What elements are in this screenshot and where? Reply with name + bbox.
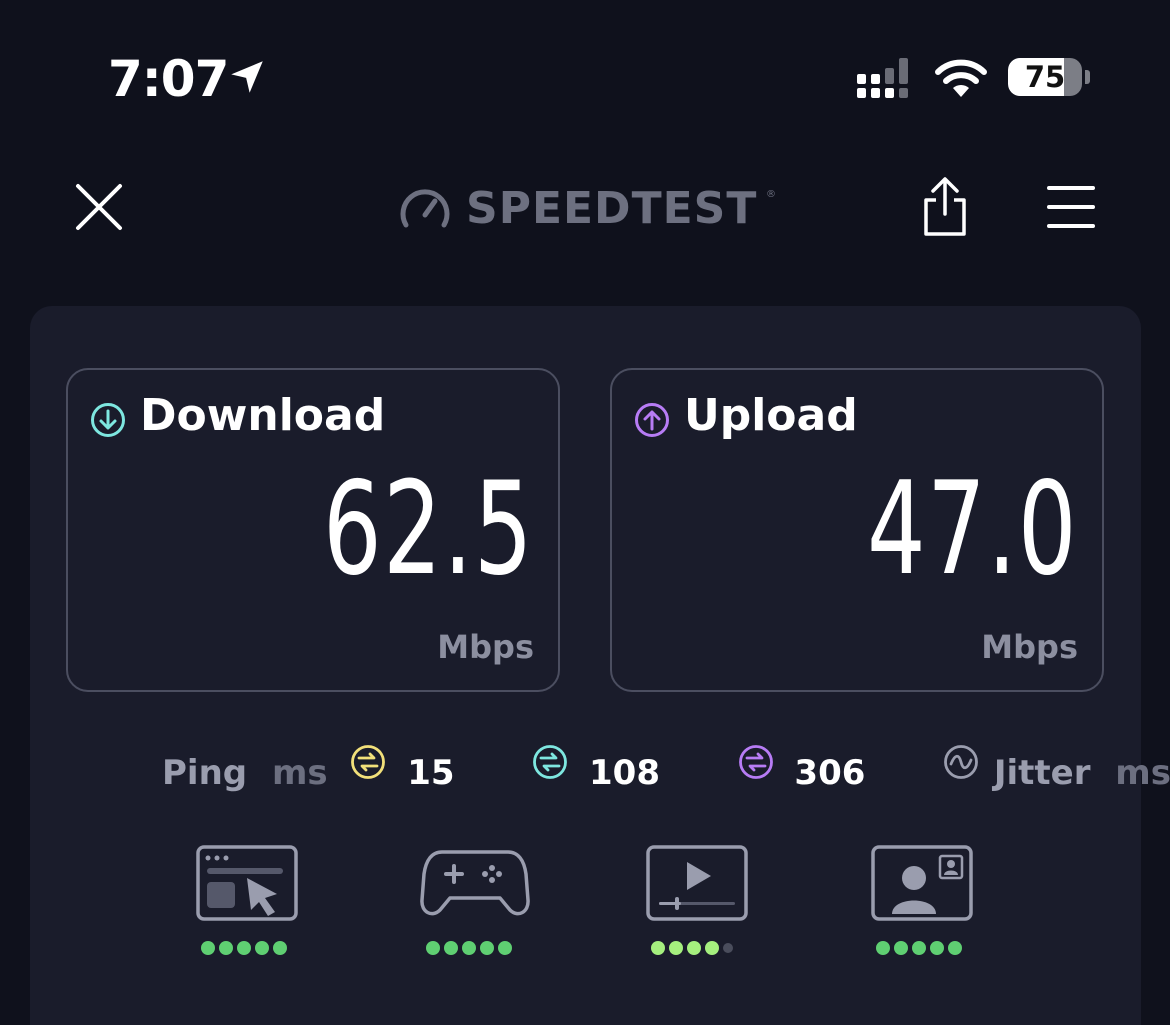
upload-unit: Mbps <box>981 628 1078 666</box>
rating-dot <box>498 941 512 955</box>
video-call-rating-dots <box>876 940 966 956</box>
jitter-unit: ms <box>1115 752 1170 793</box>
download-ping-icon <box>533 745 568 779</box>
download-unit: Mbps <box>437 628 534 666</box>
download-value: 62.5 <box>323 455 534 604</box>
status-time: 7:07 <box>108 50 229 108</box>
idle-ping-value: 15 <box>407 752 455 793</box>
rating-dot <box>444 941 458 955</box>
rating-dot <box>687 941 701 955</box>
rating-dot <box>651 941 665 955</box>
web-browsing-icon <box>196 845 298 921</box>
jitter-icon <box>944 745 978 779</box>
rating-dot <box>948 941 962 955</box>
gaming-rating[interactable] <box>420 844 530 964</box>
upload-ping-icon <box>738 745 773 779</box>
rating-dot <box>426 941 440 955</box>
video-streaming-rating-dots <box>651 940 737 956</box>
arrow-up-circle-icon <box>635 403 669 437</box>
rating-dot <box>273 941 287 955</box>
rating-dot <box>876 941 890 955</box>
logo-text: SPEEDTEST <box>466 183 758 234</box>
download-result[interactable]: Download 62.5 Mbps <box>66 368 560 692</box>
video-streaming-icon <box>646 845 748 921</box>
location-arrow-icon <box>231 61 263 93</box>
status-bar: 7:07 75 <box>0 0 1170 150</box>
jitter-label: Jitter <box>993 752 1091 793</box>
rating-dot <box>930 941 944 955</box>
video-call-icon <box>871 845 973 921</box>
rating-dot <box>480 941 494 955</box>
upload-result[interactable]: Upload 47.0 Mbps <box>610 368 1104 692</box>
rating-dot <box>894 941 908 955</box>
rating-dot <box>705 941 719 955</box>
upload-ping-value: 306 <box>794 752 866 793</box>
close-icon[interactable] <box>72 180 126 234</box>
battery-icon: 75 <box>1008 58 1082 96</box>
battery-nub <box>1085 70 1090 84</box>
ping-row[interactable]: Ping ms 15 108 306 Jitter ms 3 <box>162 745 1170 793</box>
idle-ping-icon <box>351 745 386 779</box>
arrow-down-circle-icon <box>91 403 125 437</box>
download-ping-value: 108 <box>589 752 660 793</box>
upload-value: 47.0 <box>867 455 1078 604</box>
gaming-controller-icon <box>420 850 530 916</box>
rating-dot <box>219 941 233 955</box>
web-browsing-rating[interactable] <box>195 844 305 964</box>
rating-dot <box>237 941 251 955</box>
rating-dot <box>255 941 269 955</box>
results-card: Download 62.5 Mbps Upload 47.0 Mbps Ping… <box>30 306 1170 1025</box>
logo-registered-mark: ® <box>766 189 776 200</box>
wifi-icon <box>935 59 987 97</box>
gaming-rating-dots <box>426 940 516 956</box>
ping-label: Ping <box>162 752 248 793</box>
rating-dot <box>912 941 926 955</box>
ping-unit: ms <box>271 752 328 793</box>
rating-dot <box>201 941 215 955</box>
speedometer-logo-icon <box>400 189 450 228</box>
rating-dot <box>723 943 733 953</box>
share-icon[interactable] <box>918 176 972 238</box>
upload-label: Upload <box>684 390 858 441</box>
video-call-rating[interactable] <box>870 844 980 964</box>
download-label: Download <box>140 390 386 441</box>
cellular-signal-icon <box>857 58 908 98</box>
video-streaming-rating[interactable] <box>645 844 755 964</box>
menu-icon[interactable] <box>1046 184 1096 230</box>
web-browsing-rating-dots <box>201 940 291 956</box>
rating-dot <box>669 941 683 955</box>
rating-dot <box>462 941 476 955</box>
battery-percent: 75 <box>1024 60 1066 94</box>
